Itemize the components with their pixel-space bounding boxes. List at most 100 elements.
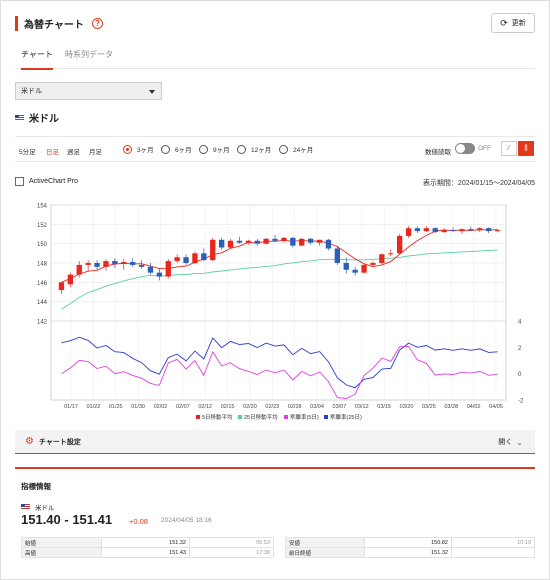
radio-circle xyxy=(161,144,170,154)
x-tick-label: 04/05 xyxy=(489,404,503,410)
chart-settings-title: チャート設定 xyxy=(39,439,81,446)
y2-tick-label: -2 xyxy=(518,399,524,405)
legend-label: 5日移動平均 xyxy=(202,413,233,421)
candle-body xyxy=(494,230,501,232)
period-weekly[interactable]: 週足 xyxy=(67,146,80,156)
range-label: 3ヶ月 xyxy=(137,147,154,154)
chart-settings-bar[interactable]: ⚙ チャート設定 開く ⌄ xyxy=(15,430,535,454)
external-link-icon xyxy=(15,177,24,186)
candle-body xyxy=(227,240,234,248)
table-row: 高値 151.43 17:38 xyxy=(21,547,274,558)
candle-body xyxy=(405,228,412,236)
open-settings-button[interactable]: 開く ⌄ xyxy=(498,437,523,447)
candle-body xyxy=(210,239,216,261)
refresh-label: 更新 xyxy=(511,20,526,27)
activechart-link[interactable]: ActiveChart Pro xyxy=(15,177,78,186)
row-value: 151.43 xyxy=(101,547,190,558)
candle-body xyxy=(334,248,341,263)
candle-body xyxy=(129,262,136,265)
x-tick-label: 01/30 xyxy=(131,404,145,410)
plot-frame xyxy=(50,204,507,401)
period-daily[interactable]: 日足 xyxy=(46,146,59,156)
range-radio-12m[interactable]: 12ヶ月 xyxy=(237,144,271,154)
x-tick-label: 04/02 xyxy=(467,404,481,410)
range-radio-6m[interactable]: 6ヶ月 xyxy=(161,144,192,154)
candle-body xyxy=(459,229,465,232)
tab-chart[interactable]: チャート xyxy=(21,49,53,70)
line-chart-icon[interactable]: ⁄ xyxy=(501,141,517,156)
y-tick-label: 154 xyxy=(37,204,48,210)
row-time: 17:38 xyxy=(189,547,274,558)
candle-body xyxy=(307,238,314,243)
open-label: 開く xyxy=(498,439,513,446)
period-monthly[interactable]: 月足 xyxy=(89,146,102,156)
y2-tick-label: 2 xyxy=(518,346,522,352)
value-read-toggle[interactable]: OFF xyxy=(455,143,491,154)
us-flag-icon xyxy=(21,504,30,510)
candle-body xyxy=(281,237,287,241)
us-flag-icon xyxy=(15,114,24,121)
range-radio-3m[interactable]: 3ヶ月 xyxy=(123,144,154,154)
candle-body xyxy=(396,235,403,254)
candle-body xyxy=(370,263,376,265)
legend-label: 乖離率(25日) xyxy=(330,413,362,421)
candle-body xyxy=(450,230,456,232)
indicator-table-right: 安値 150.82 10:19 前日終値 151.32 xyxy=(285,537,536,558)
range-label: 12ヶ月 xyxy=(251,147,272,154)
y-tick-label: 152 xyxy=(37,223,48,229)
help-icon[interactable]: ? xyxy=(91,17,103,29)
currency-heading: 米ドル xyxy=(15,110,59,125)
candle-body xyxy=(290,237,296,246)
table-row: 前日終値 151.32 xyxy=(285,547,536,558)
candle-body xyxy=(138,264,145,267)
y2-tick-label: 4 xyxy=(518,320,522,326)
candlestick-chart-icon[interactable]: ⫼ xyxy=(518,141,534,156)
candle-body xyxy=(379,254,385,263)
legend-swatch xyxy=(324,415,328,419)
period-5min[interactable]: 5分足 xyxy=(19,146,36,156)
row-key: 安値 xyxy=(285,537,365,548)
activechart-label: ActiveChart Pro xyxy=(29,178,79,185)
candle-body xyxy=(236,240,243,243)
range-radio-9m[interactable]: 9ヶ月 xyxy=(199,144,230,154)
x-tick-label: 03/25 xyxy=(422,404,436,410)
page-title: 為替チャート xyxy=(24,19,84,31)
tab-timeseries[interactable]: 時系列データ xyxy=(65,49,113,60)
x-tick-label: 03/15 xyxy=(377,404,391,410)
legend-swatch xyxy=(284,415,288,419)
candle-body xyxy=(156,272,163,277)
x-tick-label: 03/07 xyxy=(333,404,347,410)
x-tick-label: 03/20 xyxy=(400,404,414,410)
radio-circle xyxy=(123,144,132,154)
indicator-change: +0.08 xyxy=(129,517,148,526)
gear-icon: ⚙ xyxy=(25,436,34,447)
candle-body xyxy=(414,228,421,232)
fx-chart: 154 152 150 148 146 144 142 4 2 0 -2 01/17 01/22 01/… xyxy=(37,204,524,422)
indicator-panel: 指標情報 米ドル 151.40 - 151.41 +0.08 2024/04/0… xyxy=(15,467,536,575)
candle-body xyxy=(183,257,189,263)
refresh-icon: ⟳ xyxy=(500,17,508,28)
x-tick-label: 02/28 xyxy=(288,404,302,410)
x-tick-label: 01/17 xyxy=(64,404,78,410)
range-label: 24ヶ月 xyxy=(293,147,314,154)
indicator-symbol: 米ドル xyxy=(21,502,55,512)
value-read-label: 数値読取 xyxy=(425,149,451,156)
candle-body xyxy=(361,264,367,273)
page: 為替チャート ? ⟳ 更新 チャート 時系列データ 米ドル 米ドル 5分足 日足… xyxy=(0,0,550,580)
row-key: 高値 xyxy=(21,547,102,558)
range-label: 6ヶ月 xyxy=(175,147,192,154)
candle-body xyxy=(147,266,154,273)
candle-body xyxy=(103,261,109,267)
radio-circle xyxy=(199,144,208,154)
x-tick-label: 01/25 xyxy=(109,404,123,410)
candle-body xyxy=(76,264,82,275)
legend-swatch xyxy=(238,415,242,419)
refresh-button[interactable]: ⟳ 更新 xyxy=(491,13,535,33)
row-key: 前日終値 xyxy=(285,547,365,558)
currency-select[interactable]: 米ドル xyxy=(15,82,162,100)
tab-bar: チャート 時系列データ xyxy=(15,43,535,70)
y-tick-label: 142 xyxy=(37,320,48,326)
range-radio-24m[interactable]: 24ヶ月 xyxy=(279,144,313,154)
legend-label: 25日移動平均 xyxy=(244,413,278,421)
candle-body xyxy=(423,228,430,232)
